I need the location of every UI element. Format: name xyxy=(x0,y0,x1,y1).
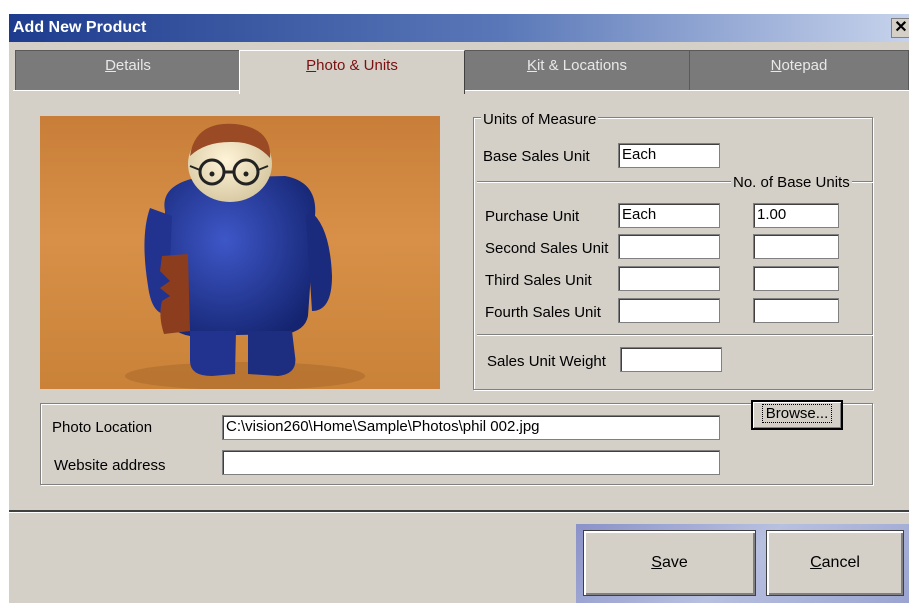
purchase-base-units-field[interactable]: 1.00 xyxy=(753,203,839,228)
tab-kit-locations-label: it & Locations xyxy=(536,57,628,74)
product-figurine-image xyxy=(125,123,365,389)
close-icon[interactable]: ✕ xyxy=(891,18,909,38)
tab-details-mnemonic: D xyxy=(105,57,116,74)
second-sales-unit-field[interactable] xyxy=(618,234,720,259)
second-base-units-field[interactable] xyxy=(753,234,839,259)
website-address-label: Website address xyxy=(54,457,166,474)
base-sales-unit-field[interactable]: Each xyxy=(618,143,720,168)
bottom-divider xyxy=(9,510,909,513)
tab-notepad[interactable]: Notepad xyxy=(689,50,909,92)
tab-details-label: etails xyxy=(115,57,151,74)
fourth-base-units-field[interactable] xyxy=(753,298,839,323)
third-sales-unit-label: Third Sales Unit xyxy=(485,272,592,289)
cancel-mnemonic: C xyxy=(810,554,822,571)
units-of-measure-legend: Units of Measure xyxy=(481,111,599,128)
photo-location-field[interactable]: C:\vision260\Home\Sample\Photos\phil 002… xyxy=(222,415,720,440)
sales-unit-weight-label: Sales Unit Weight xyxy=(487,353,606,370)
cancel-label: ancel xyxy=(821,554,860,571)
photo-location-label: Photo Location xyxy=(52,419,153,436)
save-button[interactable]: Save xyxy=(583,530,756,596)
tab-photo-units[interactable]: Photo & Units xyxy=(239,50,465,94)
no-of-base-units-legend: No. of Base Units xyxy=(731,174,852,191)
tab-kit-locations[interactable]: Kit & Locations xyxy=(464,50,690,92)
title-bar[interactable]: Add New Product ✕ xyxy=(9,14,909,42)
base-sales-unit-label: Base Sales Unit xyxy=(483,148,590,165)
weight-divider xyxy=(477,334,873,336)
browse-button-label: Browse... xyxy=(761,404,833,423)
photo-units-panel: Units of Measure Base Sales Unit Each No… xyxy=(13,90,909,510)
tab-photo-units-label: hoto & Units xyxy=(316,57,398,74)
fourth-sales-unit-label: Fourth Sales Unit xyxy=(485,304,601,321)
tab-notepad-mnemonic: N xyxy=(770,57,782,74)
website-address-field[interactable] xyxy=(222,450,720,475)
sales-unit-weight-field[interactable] xyxy=(620,347,722,372)
third-base-units-field[interactable] xyxy=(753,266,839,291)
fourth-sales-unit-field[interactable] xyxy=(618,298,720,323)
window-title: Add New Product xyxy=(13,19,147,36)
action-button-area: Save Cancel xyxy=(576,524,909,603)
tab-notepad-label: otepad xyxy=(781,57,828,74)
product-photo xyxy=(40,116,440,389)
tab-photo-units-mnemonic: P xyxy=(306,57,317,74)
save-mnemonic: S xyxy=(651,554,662,571)
second-sales-unit-label: Second Sales Unit xyxy=(485,240,609,257)
tab-kit-locations-mnemonic: K xyxy=(526,57,537,74)
add-product-dialog: Add New Product ✕ Details Photo & Units … xyxy=(9,14,909,603)
purchase-unit-label: Purchase Unit xyxy=(485,208,580,225)
save-label: ave xyxy=(661,554,688,571)
browse-button[interactable]: Browse... xyxy=(751,400,843,430)
purchase-unit-field[interactable]: Each xyxy=(618,203,720,228)
tab-strip: Details Photo & Units Kit & Locations No… xyxy=(9,50,909,94)
cancel-button[interactable]: Cancel xyxy=(766,530,904,596)
tab-details[interactable]: Details xyxy=(15,50,241,92)
third-sales-unit-field[interactable] xyxy=(618,266,720,291)
